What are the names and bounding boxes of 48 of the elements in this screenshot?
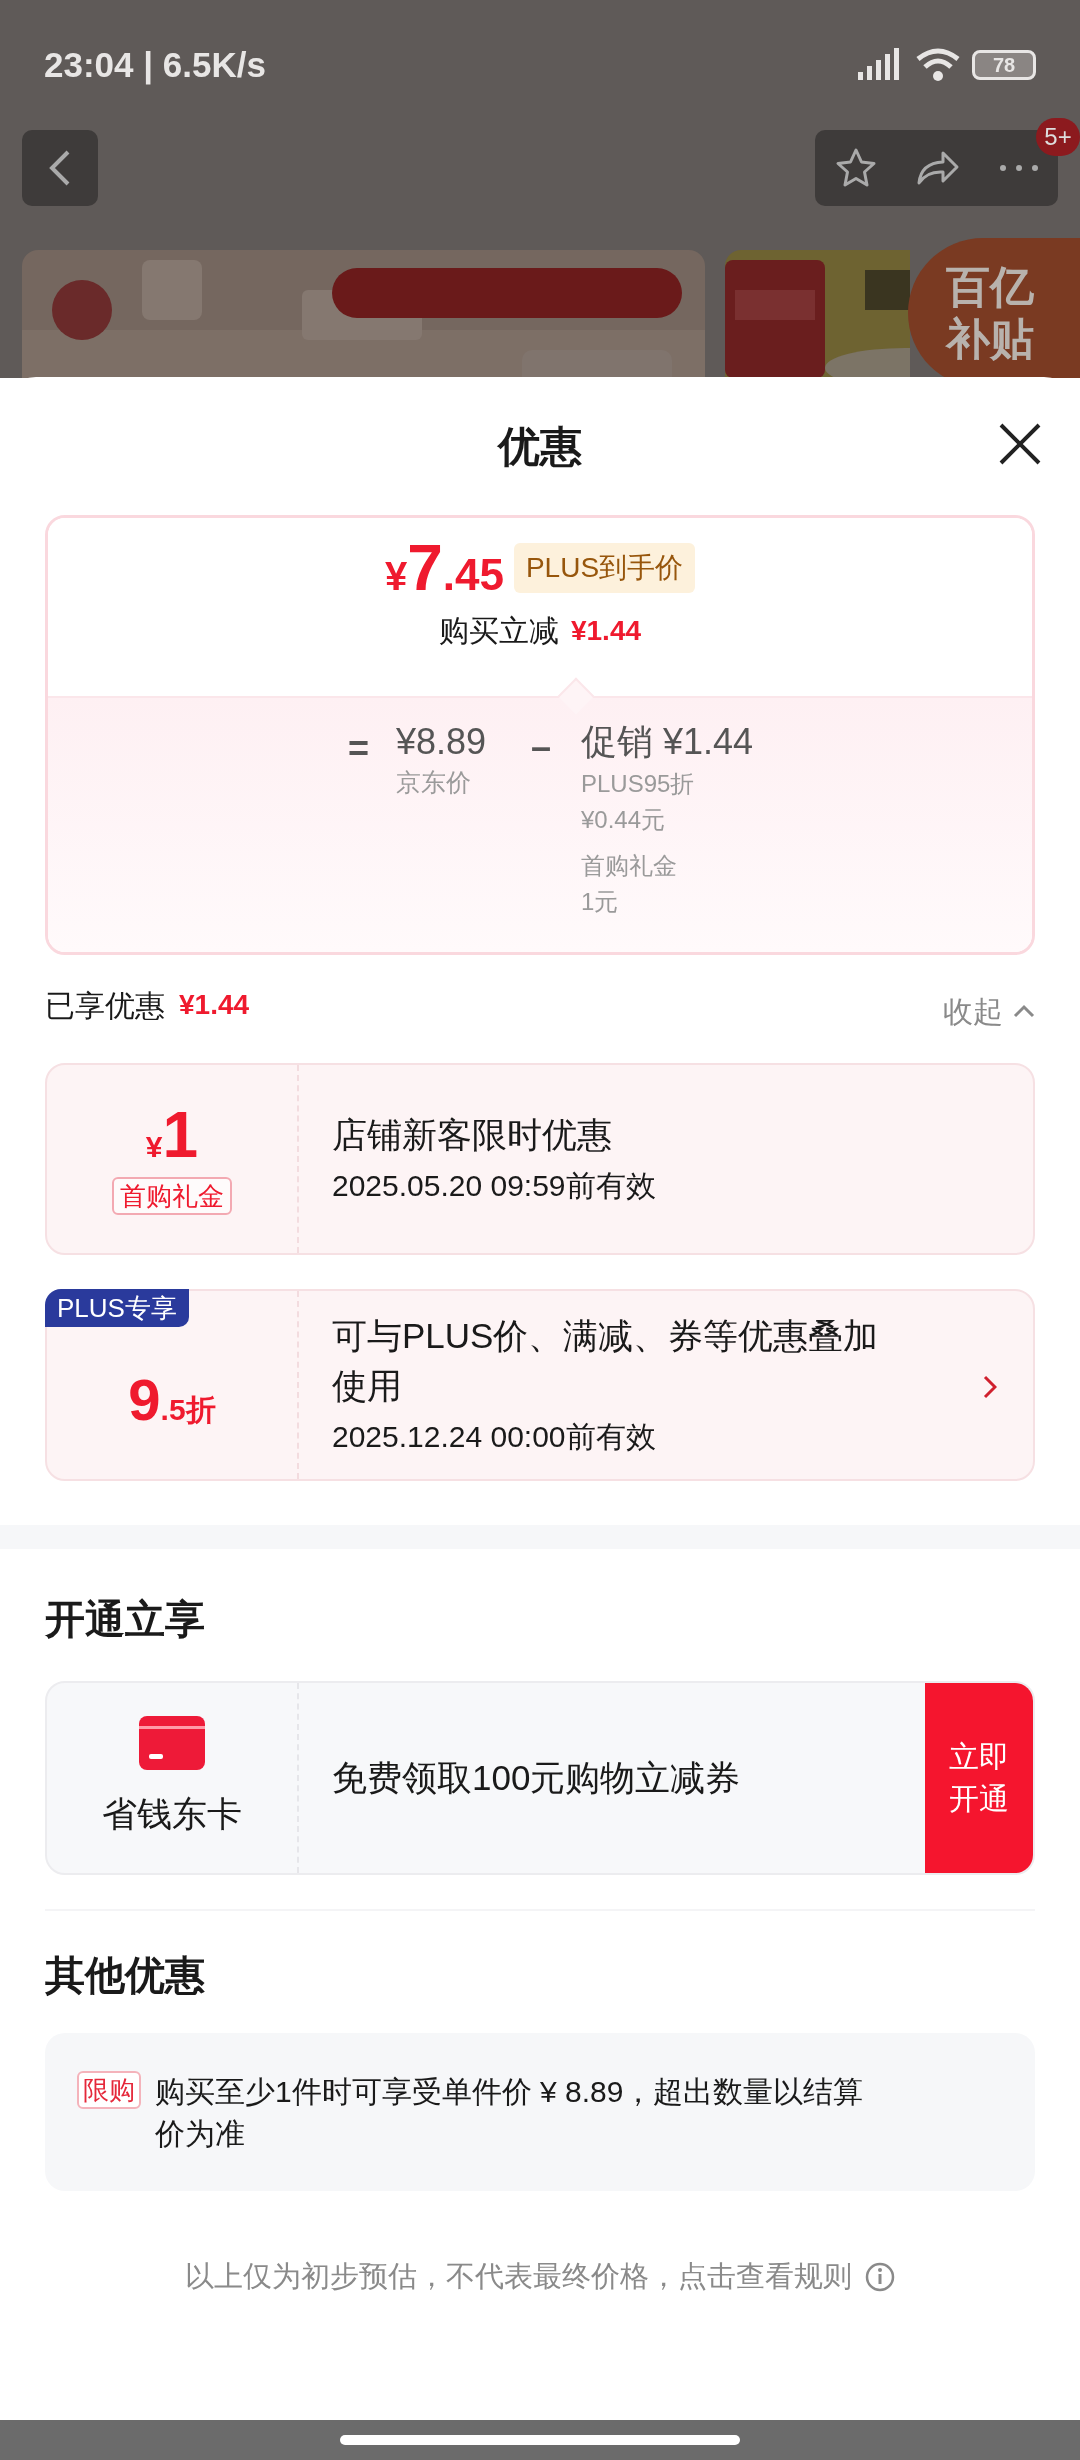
back-button[interactable]: [22, 130, 98, 206]
coupon-card[interactable]: ¥1 首购礼金 店铺新客限时优惠 2025.05.20 09:59前有效: [45, 1063, 1035, 1255]
notice-text: 购买至少1件时可享受单件价 ¥ 8.89，超出数量以结算价为准: [155, 2074, 865, 2152]
promo-value: ¥0.44元: [581, 805, 667, 835]
promo-name: PLUS95折: [581, 769, 696, 799]
subsidy-badge: 百亿 补贴: [908, 238, 1080, 378]
more-icon[interactable]: [999, 164, 1040, 172]
discount-amount: ¥1.44: [570, 613, 642, 648]
minus-sign: –: [531, 725, 553, 769]
saved-label: 已享优惠: [45, 987, 165, 1024]
discount-label: 购买立减: [438, 613, 559, 649]
status-time: 23:04 | 6.5K/s: [44, 43, 266, 87]
promo-value: 1元: [581, 887, 620, 917]
promo-total: 促销 ¥1.44: [581, 720, 754, 764]
coupon-card[interactable]: PLUS专享 9.5折 可与PLUS价、满减、券等优惠叠加使用 2025.12.24 00:00前有效: [45, 1289, 1035, 1481]
battery-indicator: 78: [972, 50, 1036, 80]
coupon-tag: 首购礼金: [112, 1177, 232, 1215]
limit-tag: 限购: [77, 2071, 141, 2109]
equals-sign: =: [348, 727, 371, 771]
saved-amount: ¥1.44: [179, 988, 250, 1022]
list-price-label: 京东价: [396, 767, 472, 798]
wifi-icon: [914, 47, 962, 83]
back-icon: [48, 148, 72, 188]
section-heading: 开通立享: [45, 1596, 206, 1643]
price-tag: PLUS到手价: [513, 543, 696, 593]
card-offer: 免费领取100元购物立减券: [331, 1756, 742, 1799]
activate-button[interactable]: 立即开通: [925, 1683, 1033, 1873]
collapse-button[interactable]: 收起: [943, 988, 1035, 1034]
coupon-title: 店铺新客限时优惠: [332, 1114, 613, 1156]
list-price: ¥8.89: [396, 720, 488, 764]
notification-badge: 5+: [1036, 118, 1080, 156]
coupon-validity: 2025.05.20 09:59前有效: [332, 1168, 657, 1204]
coupon-title: 可与PLUS价、满减、券等优惠叠加使用: [332, 1315, 880, 1407]
promo-name: 首购礼金: [581, 851, 678, 881]
star-icon[interactable]: [833, 147, 878, 189]
disclaimer-link[interactable]: 以上仅为初步预估，不代表最终价格，点击查看规则: [184, 2255, 852, 2299]
coupon-value: 9.5折: [128, 1371, 216, 1429]
final-price: ¥7.45: [384, 536, 504, 600]
chevron-right-icon: [983, 1375, 997, 1399]
card-icon: [139, 1715, 205, 1770]
card-name: 省钱东卡: [102, 1792, 242, 1835]
plus-badge: PLUS专享: [45, 1289, 189, 1327]
coupon-validity: 2025.12.24 00:00前有效: [332, 1419, 657, 1455]
sheet-title: 优惠: [498, 421, 582, 472]
info-icon[interactable]: [863, 2260, 896, 2293]
coupon-value: ¥1: [145, 1103, 199, 1167]
section-heading: 其他优惠: [45, 1952, 206, 1999]
chevron-up-icon: [1013, 1004, 1035, 1018]
